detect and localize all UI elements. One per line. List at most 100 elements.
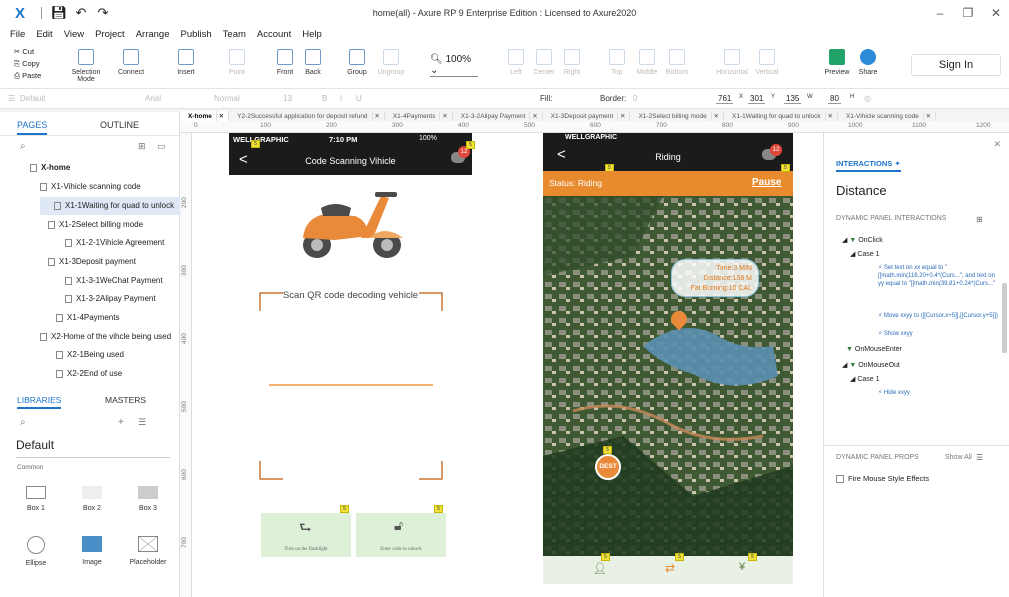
- copy-button[interactable]: ⎘ Copy: [14, 58, 41, 70]
- page-item[interactable]: X1-3-2Alipay Payment: [65, 290, 156, 308]
- action-move[interactable]: ⚡ Move xxyy to ([[Cursor.x+5]],[[Cursor.…: [878, 312, 1000, 320]
- front-button[interactable]: Front: [270, 49, 300, 76]
- menu-edit[interactable]: Edit: [36, 29, 52, 40]
- event-onclick[interactable]: ◢ ▼ OnClick: [842, 236, 883, 244]
- case-item[interactable]: ◢ Case 1: [850, 375, 880, 383]
- page-item[interactable]: X1-3Deposit payment: [48, 253, 136, 271]
- event-onmouseout[interactable]: ◢ ▼ OnMouseOut: [842, 361, 900, 369]
- flashlight-button[interactable]: ⮑ Turn on the flashlight: [261, 513, 351, 557]
- align-middle-button[interactable]: Middle: [634, 49, 660, 76]
- share-button[interactable]: Share: [854, 49, 882, 76]
- annotation-marker[interactable]: 5: [603, 446, 612, 454]
- close-icon[interactable]: ✕: [981, 0, 1009, 26]
- page-item[interactable]: X1-2Select billing mode: [48, 216, 143, 234]
- cut-button[interactable]: ✂ Cut: [14, 46, 41, 58]
- menu-file[interactable]: File: [10, 29, 25, 40]
- selection-mode-button[interactable]: Selection Mode: [62, 49, 110, 83]
- preview-button[interactable]: Preview: [822, 49, 852, 76]
- insert-button[interactable]: Insert: [170, 49, 202, 76]
- show-all-link[interactable]: Show All: [945, 454, 972, 461]
- size-select[interactable]: 13: [283, 94, 292, 103]
- page-item[interactable]: X2-2End of use: [56, 365, 122, 383]
- bold-button[interactable]: B: [322, 94, 327, 103]
- annotation-marker[interactable]: 5: [781, 164, 790, 172]
- annotation-marker[interactable]: 5: [340, 505, 349, 513]
- shape-box-2[interactable]: Box 2: [72, 486, 112, 512]
- add-page-icon[interactable]: ⊞: [138, 141, 146, 152]
- annotation-marker[interactable]: 5: [748, 553, 757, 561]
- align-left-button[interactable]: Left: [505, 49, 527, 76]
- page-item[interactable]: X-home: [30, 159, 70, 177]
- shape-image[interactable]: Image: [72, 536, 112, 566]
- save-icon[interactable]: 💾︎: [48, 5, 70, 21]
- page-item[interactable]: X1-1Waiting for quad to unlock: [40, 197, 180, 215]
- style-select[interactable]: Default: [20, 94, 45, 103]
- tab-interactions[interactable]: INTERACTIONS ✦: [836, 159, 901, 172]
- menu-view[interactable]: View: [64, 29, 84, 40]
- tab-outline[interactable]: OUTLINE: [100, 120, 139, 130]
- align-bottom-button[interactable]: Bottom: [664, 49, 690, 76]
- point-button[interactable]: Point: [222, 49, 252, 76]
- font-select[interactable]: Arial: [145, 94, 161, 103]
- align-right-button[interactable]: Right: [560, 49, 584, 76]
- wallet-icon[interactable]: ¥: [739, 561, 745, 573]
- action-show[interactable]: ⚡ Show xxyy: [878, 330, 913, 337]
- paste-button[interactable]: ⎙ Paste: [14, 70, 41, 82]
- action-hide[interactable]: ⚡ Hide xxyy: [878, 389, 910, 396]
- align-center-button[interactable]: Center: [532, 49, 556, 76]
- restore-icon[interactable]: ❐: [953, 0, 983, 26]
- menu-publish[interactable]: Publish: [181, 29, 212, 40]
- menu-account[interactable]: Account: [257, 29, 291, 40]
- scrollbar[interactable]: [1002, 283, 1007, 353]
- weight-select[interactable]: Normal: [214, 94, 240, 103]
- page-item[interactable]: X1-Vihicle scanning code: [40, 178, 141, 196]
- action-set-text[interactable]: ⚡ Set text on xx equal to "[[math.min(11…: [878, 264, 1000, 288]
- annotation-marker[interactable]: 5: [251, 140, 260, 148]
- add-interaction-icon[interactable]: ⊞: [976, 215, 983, 224]
- ungroup-button[interactable]: Ungroup: [374, 49, 408, 76]
- annotation-marker[interactable]: 5: [675, 553, 684, 561]
- zoom-select[interactable]: 🔍︎ 100% ⌄: [430, 54, 478, 77]
- menu-team[interactable]: Team: [223, 29, 246, 40]
- page-item[interactable]: X2-Home of the vihcle being used: [40, 328, 171, 346]
- underline-button[interactable]: U: [356, 94, 362, 103]
- connect-button[interactable]: Connect: [114, 49, 148, 76]
- shape-ellipse[interactable]: Ellipse: [16, 536, 56, 567]
- case-item[interactable]: ◢ Case 1: [850, 250, 880, 258]
- page-item[interactable]: X1-4Payments: [56, 309, 119, 327]
- w-field[interactable]: 135: [784, 94, 802, 104]
- annotation-marker[interactable]: 5: [434, 505, 443, 513]
- page-item[interactable]: X1-3-1WeChat Payment: [65, 272, 163, 290]
- x-field[interactable]: 761: [716, 94, 734, 104]
- undo-icon[interactable]: ↶: [70, 5, 92, 21]
- menu-help[interactable]: Help: [302, 29, 322, 40]
- italic-button[interactable]: I: [340, 94, 342, 103]
- annotation-marker[interactable]: 5: [466, 141, 475, 149]
- sign-in-button[interactable]: Sign In: [911, 54, 1001, 76]
- shape-box-3[interactable]: Box 3: [128, 486, 168, 512]
- list-icon[interactable]: ☰: [976, 453, 983, 462]
- tab-pages[interactable]: PAGES: [17, 120, 48, 135]
- add-library-icon[interactable]: +: [118, 417, 124, 428]
- menu-project[interactable]: Project: [95, 29, 125, 40]
- visibility-icon[interactable]: ◎: [864, 94, 871, 103]
- library-menu-icon[interactable]: ☰: [138, 417, 146, 428]
- close-inspector-icon[interactable]: ✕: [993, 139, 1001, 150]
- enter-code-button[interactable]: 🔓︎ Enter code to unlock: [356, 513, 446, 557]
- minimize-icon[interactable]: –: [925, 0, 955, 26]
- switch-icon[interactable]: ⇄: [665, 561, 675, 575]
- distribute-horizontal-button[interactable]: Horizontal: [714, 49, 750, 76]
- group-button[interactable]: Group: [342, 49, 372, 76]
- library-select[interactable]: Default: [16, 438, 170, 458]
- add-folder-icon[interactable]: ▭: [157, 141, 166, 152]
- widget-name[interactable]: Distance: [836, 183, 887, 198]
- profile-icon[interactable]: 👤︎: [593, 562, 607, 575]
- annotation-marker[interactable]: 5: [601, 553, 610, 561]
- destination-marker[interactable]: DEST: [595, 454, 621, 480]
- redo-icon[interactable]: ↷: [92, 5, 114, 21]
- library-search-icon[interactable]: ⌕: [20, 417, 26, 428]
- border-width[interactable]: 0: [633, 94, 637, 103]
- page-item[interactable]: X2-1Being used: [56, 346, 124, 364]
- distribute-vertical-button[interactable]: Vertical: [752, 49, 782, 76]
- tab-libraries[interactable]: LIBRARIES: [17, 395, 62, 409]
